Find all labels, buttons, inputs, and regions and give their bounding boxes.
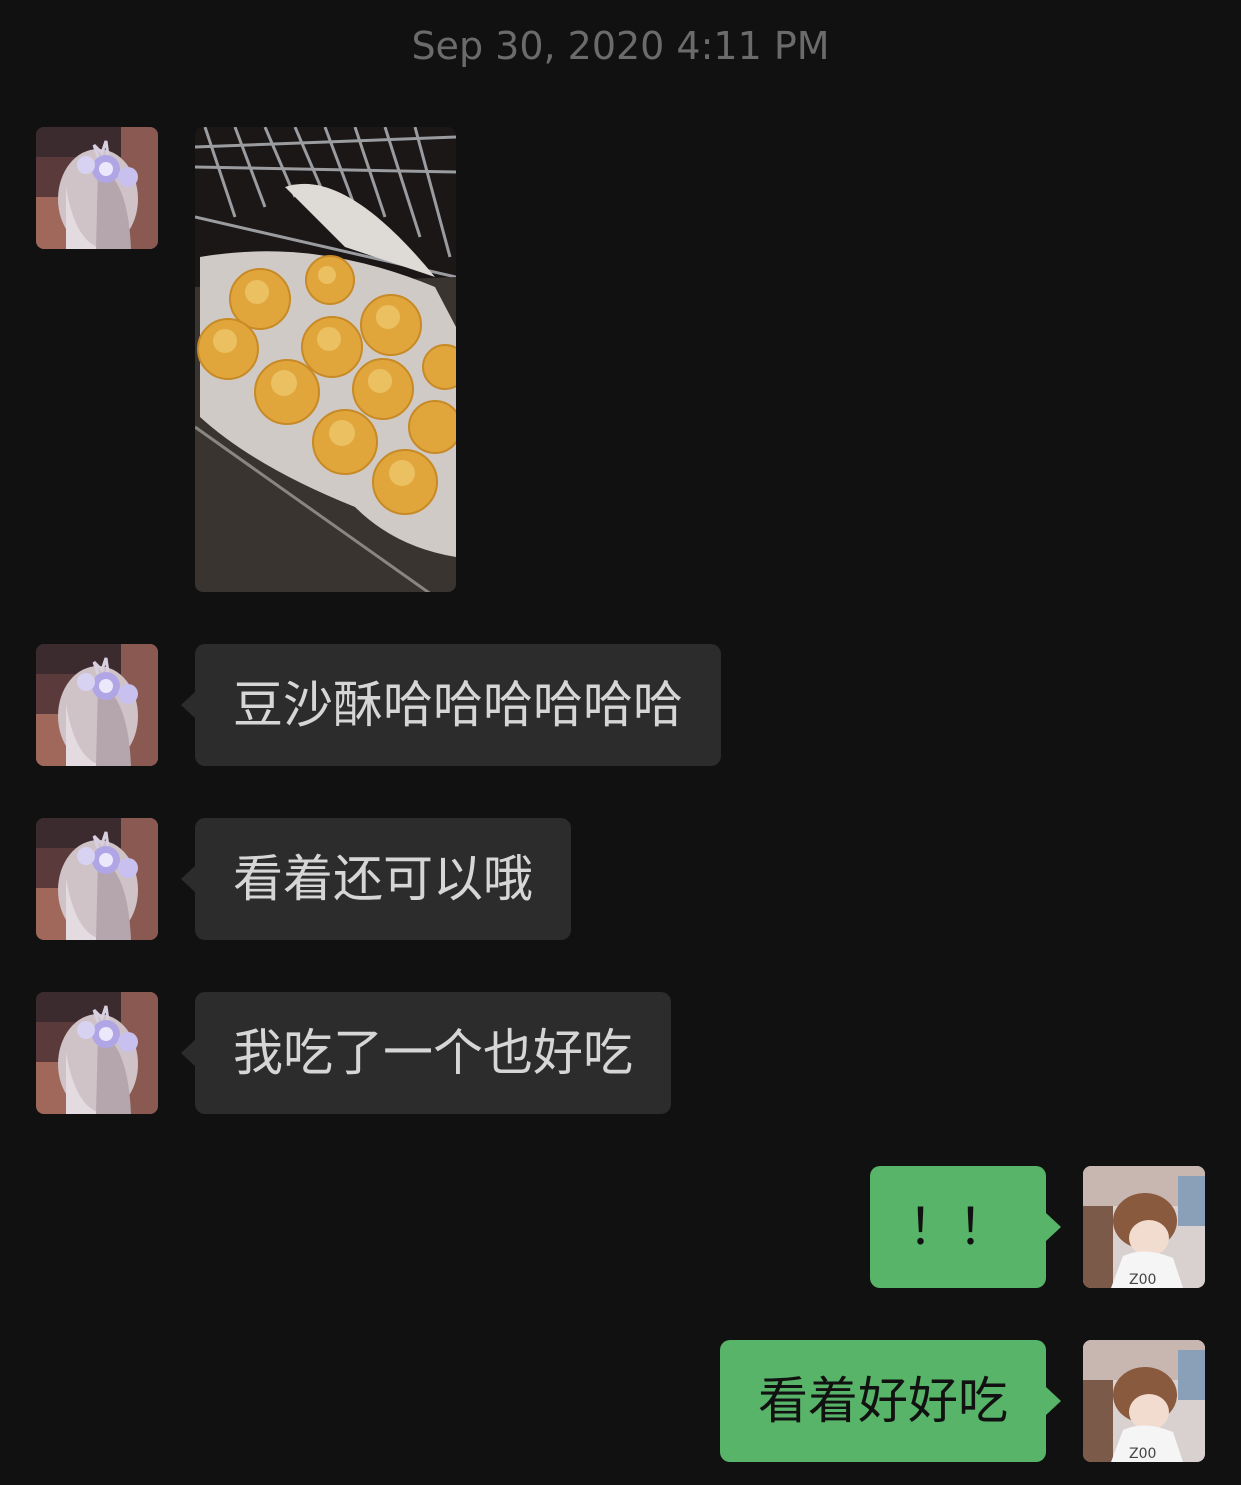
message-timestamp: Sep 30, 2020 4:11 PM xyxy=(411,24,830,68)
contact-avatar[interactable] xyxy=(36,818,158,940)
message-photo-pastries[interactable] xyxy=(195,127,456,592)
my-avatar[interactable] xyxy=(1083,1340,1205,1462)
contact-avatar[interactable] xyxy=(36,992,158,1114)
outgoing-message-bubble[interactable]: ！！ xyxy=(870,1166,1061,1288)
contact-avatar[interactable] xyxy=(36,127,158,249)
incoming-message-bubble[interactable]: 豆沙酥哈哈哈哈哈哈 xyxy=(181,644,721,766)
incoming-message-bubble[interactable]: 我吃了一个也好吃 xyxy=(181,992,671,1114)
outgoing-message-bubble[interactable]: 看着好好吃 xyxy=(720,1340,1061,1462)
my-avatar[interactable] xyxy=(1083,1166,1205,1288)
chat-window: Sep 30, 2020 4:11 PM 豆沙酥哈哈哈哈哈哈 看着还可以哦 我吃… xyxy=(0,0,1241,1485)
incoming-message-bubble[interactable]: 看着还可以哦 xyxy=(181,818,571,940)
contact-avatar[interactable] xyxy=(36,644,158,766)
